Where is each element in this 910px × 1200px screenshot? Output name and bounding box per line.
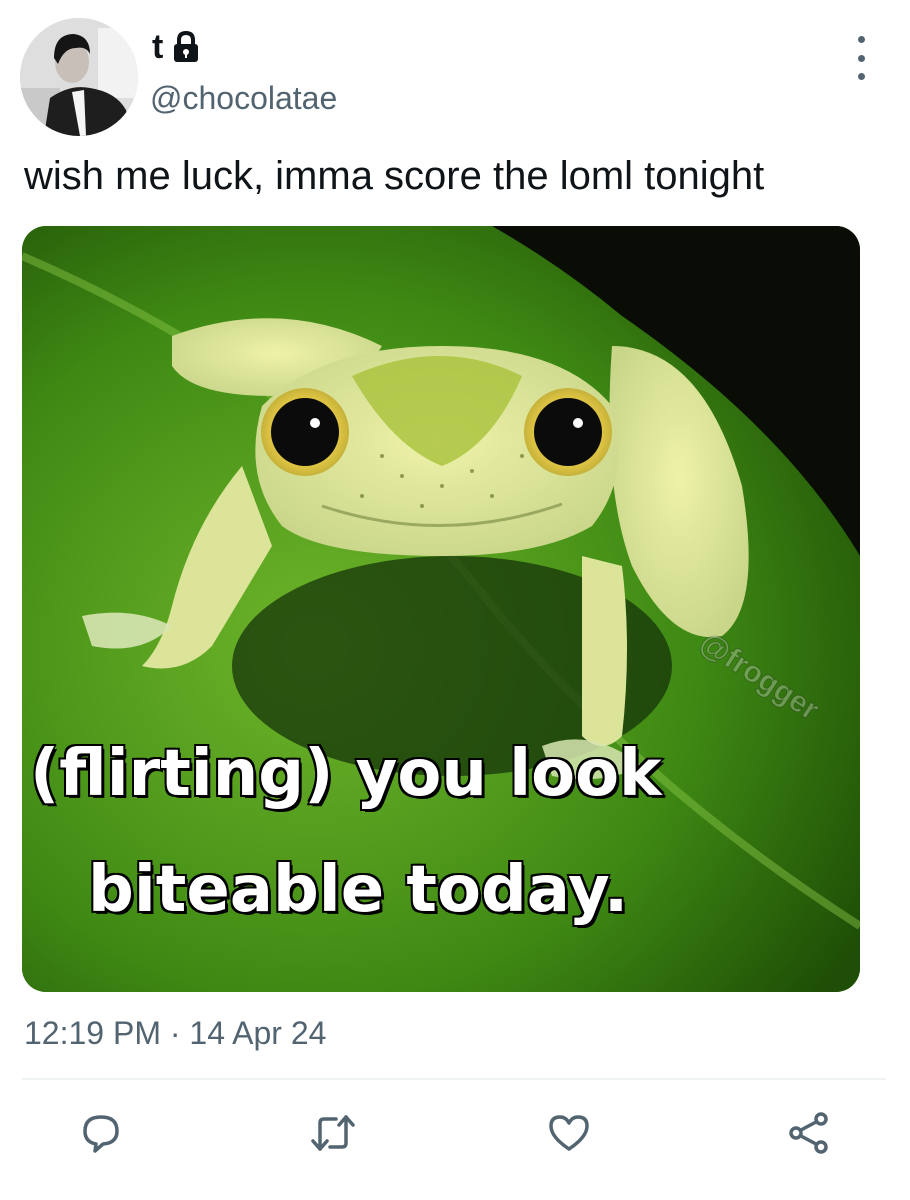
lock-icon [172, 30, 200, 64]
avatar-photo [20, 18, 138, 136]
more-vertical-icon [857, 36, 865, 43]
like-button[interactable] [546, 1110, 592, 1156]
display-name[interactable]: t [152, 22, 200, 72]
retweet-button[interactable] [310, 1110, 356, 1156]
share-icon [789, 1112, 828, 1154]
more-dot [857, 54, 865, 62]
user-handle[interactable]: @chocolatae [150, 82, 337, 114]
display-name-text: t [152, 28, 164, 66]
more-dot [857, 73, 865, 80]
tweet-image[interactable]: @frogger (flirting) you look biteable to… [22, 226, 860, 992]
avatar[interactable] [20, 18, 138, 136]
share-button[interactable] [786, 1110, 832, 1156]
divider [22, 1078, 886, 1080]
reply-icon [83, 1115, 119, 1153]
tweet: t @chocolatae wish me luck, imma score t… [0, 0, 910, 1200]
tweet-text: wish me luck, imma score the loml tonigh… [24, 154, 765, 198]
meme-caption-line-1: (flirting) you look [29, 737, 664, 811]
retweet-icon [311, 1115, 355, 1151]
reply-button[interactable] [78, 1110, 124, 1156]
tweet-timestamp[interactable]: 12:19 PM · 14 Apr 24 [24, 1014, 326, 1052]
meme-caption-line-2: biteable today. [87, 853, 630, 927]
heart-icon [549, 1115, 589, 1151]
more-options-button[interactable] [844, 36, 878, 80]
